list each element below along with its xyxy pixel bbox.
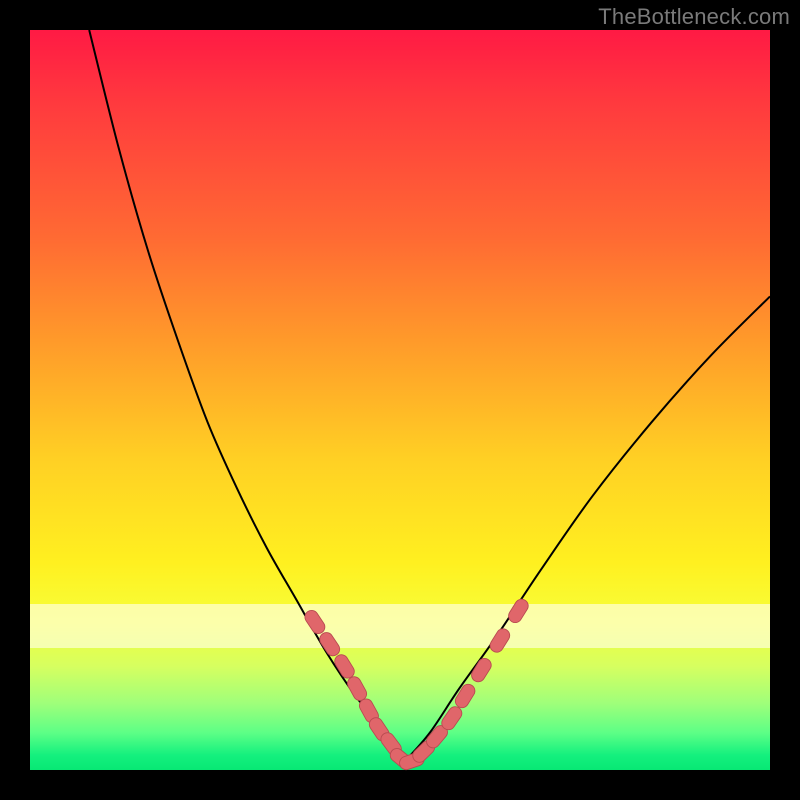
watermark-label: TheBottleneck.com (598, 4, 790, 30)
curve-svg (30, 30, 770, 770)
curve-group (89, 30, 770, 763)
marker-group (302, 597, 530, 772)
chart-frame: TheBottleneck.com (0, 0, 800, 800)
curve-curve-left (89, 30, 404, 763)
marker-point (302, 608, 327, 636)
marker-point (488, 626, 513, 654)
plot-area (30, 30, 770, 770)
marker-point (453, 682, 478, 710)
curve-curve-right (404, 296, 770, 762)
marker-point (506, 597, 531, 625)
